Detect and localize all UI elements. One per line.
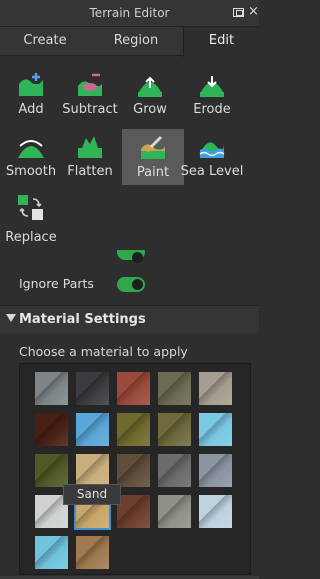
- material-swatch[interactable]: [35, 413, 68, 446]
- terrain-paint-icon: [141, 135, 165, 159]
- collapse-arrow-icon[interactable]: [6, 314, 16, 322]
- tool-paint[interactable]: Paint: [122, 129, 184, 185]
- terrain-subtract-icon: [78, 73, 102, 96]
- tool-label: Flatten: [67, 164, 113, 179]
- material-instruction: Choose a material to apply: [19, 344, 188, 359]
- terrain-grow-icon: [138, 76, 162, 97]
- material-grid: [19, 363, 251, 575]
- tool-smooth[interactable]: Smooth: [0, 128, 62, 184]
- material-settings-header[interactable]: Material Settings: [0, 305, 259, 333]
- material-swatch[interactable]: [158, 495, 191, 528]
- tool-label: Replace: [5, 230, 57, 245]
- material-swatch[interactable]: [117, 495, 150, 528]
- material-swatch[interactable]: [199, 413, 232, 446]
- material-swatch[interactable]: [158, 372, 191, 405]
- material-swatch[interactable]: [76, 413, 109, 446]
- tool-replace[interactable]: Replace: [0, 190, 62, 246]
- tab-bar: Create Region Edit: [0, 27, 259, 57]
- terrain-add-icon: [19, 73, 43, 96]
- terrain-sea-level-icon: [199, 142, 225, 158]
- material-swatch[interactable]: [76, 536, 109, 569]
- material-swatch[interactable]: [35, 454, 68, 487]
- dock-icon[interactable]: [233, 8, 244, 17]
- section-title: Material Settings: [19, 312, 146, 327]
- terrain-smooth-icon: [18, 140, 44, 158]
- material-swatch[interactable]: [35, 536, 68, 569]
- material-swatch[interactable]: [158, 454, 191, 487]
- ignore-parts-label: Ignore Parts: [19, 276, 94, 291]
- material-swatch[interactable]: [158, 413, 191, 446]
- terrain-flatten-icon: [78, 136, 102, 158]
- title-bar: Terrain Editor ×: [0, 0, 259, 27]
- material-swatch[interactable]: [199, 372, 232, 405]
- tool-label: Sea Level: [180, 164, 244, 179]
- tab-create[interactable]: Create: [0, 27, 90, 56]
- window-title: Terrain Editor: [89, 6, 170, 20]
- material-swatch[interactable]: [117, 413, 150, 446]
- tool-label: Grow: [133, 102, 167, 117]
- close-icon[interactable]: ×: [248, 4, 259, 19]
- ignore-parts-toggle[interactable]: [117, 277, 145, 292]
- tool-sea-level[interactable]: Sea Level: [181, 128, 243, 184]
- tool-grow[interactable]: Grow: [119, 66, 181, 122]
- material-swatch[interactable]: [76, 372, 109, 405]
- tool-label: Erode: [193, 102, 231, 117]
- material-swatch[interactable]: [76, 454, 109, 487]
- tab-region[interactable]: Region: [90, 27, 182, 56]
- material-swatch[interactable]: [35, 372, 68, 405]
- tab-edit[interactable]: Edit: [183, 27, 259, 57]
- tool-erode[interactable]: Erode: [181, 66, 243, 122]
- terrain-erode-icon: [200, 76, 224, 97]
- material-swatch[interactable]: [117, 454, 150, 487]
- material-swatch[interactable]: [117, 372, 150, 405]
- material-tooltip: Sand: [63, 484, 121, 505]
- tool-add[interactable]: Add: [0, 66, 62, 122]
- material-swatch[interactable]: [199, 454, 232, 487]
- partial-toggle[interactable]: [117, 250, 145, 263]
- tool-flatten[interactable]: Flatten: [59, 128, 121, 184]
- terrain-replace-icon: [18, 195, 43, 220]
- material-swatch[interactable]: [199, 495, 232, 528]
- tool-subtract[interactable]: Subtract: [59, 66, 121, 122]
